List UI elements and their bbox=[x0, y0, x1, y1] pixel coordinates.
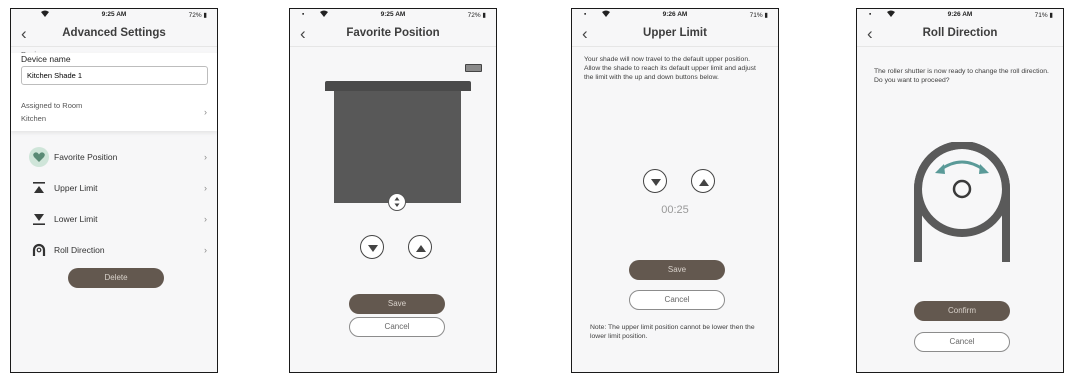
chevron-right-icon: › bbox=[204, 245, 207, 255]
delete-button[interactable]: Delete bbox=[68, 268, 164, 288]
status-bar: ▪ 9:26 AM 71% ▮ bbox=[857, 9, 1063, 21]
triangle-down-icon bbox=[368, 245, 378, 252]
shade-indicator bbox=[465, 64, 482, 72]
battery-level: 71% bbox=[1034, 12, 1048, 19]
device-info-card: Device name Assigned to Room Kitchen › bbox=[11, 53, 217, 131]
page-title: Upper Limit bbox=[643, 27, 707, 39]
confirm-button[interactable]: Confirm bbox=[914, 301, 1010, 321]
chevron-right-icon: › bbox=[204, 183, 207, 193]
lower-limit-row[interactable]: Lower Limit › bbox=[11, 204, 217, 234]
move-down-button[interactable] bbox=[360, 235, 384, 259]
shade-fabric bbox=[334, 91, 461, 203]
cancel-button[interactable]: Cancel bbox=[629, 290, 725, 310]
status-time: 9:26 AM bbox=[947, 11, 973, 18]
roll-message: The roller shutter is now ready to chang… bbox=[874, 68, 1049, 84]
status-bar: 9:25 AM 72% ▮ bbox=[11, 9, 217, 21]
nav-bar: ‹ Favorite Position bbox=[290, 22, 496, 47]
room-label: Assigned to Room bbox=[21, 101, 83, 110]
save-button[interactable]: Save bbox=[349, 294, 445, 314]
lower-limit-label: Lower Limit bbox=[54, 214, 98, 224]
move-down-button[interactable] bbox=[643, 169, 667, 193]
nav-bar: ‹ Upper Limit bbox=[572, 22, 778, 47]
drag-handle[interactable] bbox=[388, 193, 406, 211]
status-bar: ▪ 9:25 AM 72% ▮ bbox=[290, 9, 496, 21]
favorite-position-row[interactable]: Favorite Position › bbox=[11, 142, 217, 172]
heart-icon bbox=[29, 147, 49, 167]
battery-icon: 72% ▮ bbox=[467, 12, 486, 19]
battery-level: 72% bbox=[188, 12, 202, 19]
triangle-up-icon bbox=[416, 245, 426, 252]
chevron-right-icon: › bbox=[204, 107, 207, 117]
upper-limit-row[interactable]: Upper Limit › bbox=[11, 173, 217, 203]
device-name-label: Device name bbox=[21, 54, 71, 64]
triangle-up-icon bbox=[699, 179, 709, 186]
page-title: Roll Direction bbox=[922, 27, 998, 39]
battery-level: 71% bbox=[749, 12, 763, 19]
nav-bar: ‹ Advanced Settings bbox=[11, 22, 217, 47]
roll-direction-diagram bbox=[914, 142, 1010, 262]
chevron-right-icon: › bbox=[204, 152, 207, 162]
status-time: 9:25 AM bbox=[101, 11, 127, 18]
battery-icon: 71% ▮ bbox=[1034, 12, 1053, 19]
page-title: Advanced Settings bbox=[62, 27, 166, 39]
countdown-timer: 00:25 bbox=[661, 204, 689, 216]
status-bar: ▪ 9:26 AM 71% ▮ bbox=[572, 9, 778, 21]
roll-direction-row[interactable]: Roll Direction › bbox=[11, 235, 217, 265]
upper-limit-label: Upper Limit bbox=[54, 183, 98, 193]
move-up-button[interactable] bbox=[691, 169, 715, 193]
shade-headrail bbox=[325, 81, 471, 91]
nav-bar: ‹ Roll Direction bbox=[857, 22, 1063, 47]
roll-direction-label: Roll Direction bbox=[54, 245, 105, 255]
upper-limit-screen: ▪ 9:26 AM 71% ▮ ‹ Upper Limit Your shade… bbox=[571, 8, 779, 373]
upper-limit-icon bbox=[31, 180, 47, 196]
battery-level: 72% bbox=[467, 12, 481, 19]
battery-icon: 72% ▮ bbox=[188, 12, 207, 19]
advanced-settings-screen: 9:25 AM 72% ▮ ‹ Advanced Settings Device… bbox=[10, 8, 218, 373]
chevron-right-icon: › bbox=[204, 214, 207, 224]
page-title: Favorite Position bbox=[346, 27, 440, 39]
favorite-position-label: Favorite Position bbox=[54, 152, 118, 162]
save-button[interactable]: Save bbox=[629, 260, 725, 280]
note-text: Note: The upper limit position cannot be… bbox=[590, 324, 755, 340]
lower-limit-icon bbox=[31, 211, 47, 227]
triangle-down-icon bbox=[651, 179, 661, 186]
cancel-button[interactable]: Cancel bbox=[349, 317, 445, 337]
favorite-position-screen: ▪ 9:25 AM 72% ▮ ‹ Favorite Position Save… bbox=[289, 8, 497, 373]
assigned-room-row[interactable]: Assigned to Room Kitchen › bbox=[11, 97, 217, 131]
roll-direction-icon bbox=[31, 242, 47, 258]
cancel-button[interactable]: Cancel bbox=[914, 332, 1010, 352]
battery-icon: 71% ▮ bbox=[749, 12, 768, 19]
instructions-text: Your shade will now travel to the defaul… bbox=[584, 56, 756, 81]
room-value: Kitchen bbox=[21, 114, 47, 123]
device-name-input[interactable] bbox=[21, 66, 208, 85]
roll-direction-screen: ▪ 9:26 AM 71% ▮ ‹ Roll Direction The rol… bbox=[856, 8, 1064, 373]
status-time: 9:26 AM bbox=[662, 11, 688, 18]
move-up-button[interactable] bbox=[408, 235, 432, 259]
status-time: 9:25 AM bbox=[380, 11, 406, 18]
